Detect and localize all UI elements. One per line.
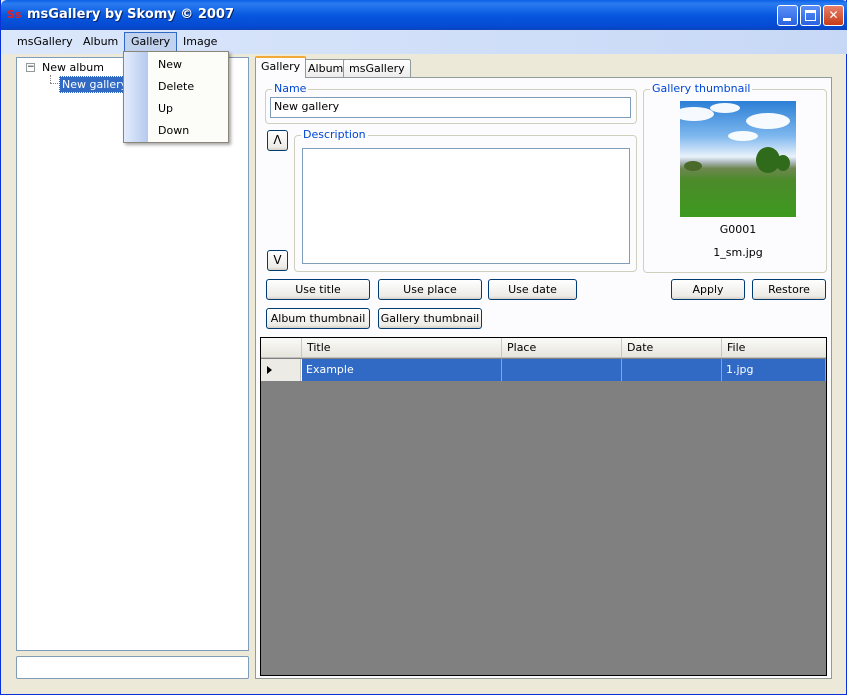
menu-item-down[interactable]: Down bbox=[158, 124, 189, 137]
cell-title[interactable]: Example bbox=[302, 359, 502, 381]
maximize-icon bbox=[805, 10, 816, 21]
menu-item-new[interactable]: New bbox=[158, 58, 182, 71]
window-title: msGallery by Skomy © 2007 bbox=[27, 7, 235, 22]
title-bar[interactable]: Ss msGallery by Skomy © 2007 ✕ bbox=[1, 0, 847, 30]
close-icon: ✕ bbox=[828, 8, 839, 22]
tree-collapse-icon[interactable]: − bbox=[26, 63, 35, 72]
menu-item-up[interactable]: Up bbox=[158, 102, 173, 115]
grid-header: Title Place Date File bbox=[261, 338, 826, 358]
use-date-button[interactable]: Use date bbox=[488, 279, 577, 300]
description-input[interactable] bbox=[302, 148, 630, 264]
move-up-button[interactable]: Λ bbox=[267, 130, 288, 151]
images-grid[interactable]: Title Place Date File Example 1.jpg bbox=[260, 337, 827, 676]
table-row[interactable]: Example 1.jpg bbox=[261, 359, 826, 381]
menu-msgallery[interactable]: msGallery bbox=[11, 32, 79, 52]
cell-place[interactable] bbox=[502, 359, 622, 381]
row-header[interactable] bbox=[261, 359, 301, 381]
restore-button[interactable]: Restore bbox=[752, 279, 826, 300]
tree-node-gallery[interactable]: New gallery bbox=[59, 76, 131, 93]
gallery-thumbnail-image[interactable] bbox=[680, 101, 796, 217]
name-group: Name New gallery bbox=[265, 82, 637, 124]
maximize-button[interactable] bbox=[800, 5, 821, 26]
gallery-thumbnail-label: Gallery thumbnail bbox=[650, 82, 753, 95]
app-logo-icon: Ss bbox=[7, 8, 22, 21]
gallery-thumbnail-button[interactable]: Gallery thumbnail bbox=[378, 308, 482, 329]
thumbnail-filename: 1_sm.jpg bbox=[713, 246, 763, 259]
cell-date[interactable] bbox=[622, 359, 722, 381]
move-down-button[interactable]: V bbox=[267, 250, 288, 271]
cell-file[interactable]: 1.jpg bbox=[722, 359, 826, 381]
gallery-tab-page: Name New gallery Λ V Description Gallery… bbox=[255, 77, 832, 679]
column-date[interactable]: Date bbox=[621, 338, 721, 358]
main-window: Ss msGallery by Skomy © 2007 ✕ msGallery… bbox=[0, 0, 847, 695]
name-label: Name bbox=[272, 82, 309, 95]
column-file[interactable]: File bbox=[721, 338, 826, 358]
cloud bbox=[680, 107, 714, 121]
use-title-button[interactable]: Use title bbox=[266, 279, 370, 300]
album-tree[interactable]: − New album New gallery bbox=[16, 57, 249, 651]
column-title[interactable]: Title bbox=[301, 338, 501, 358]
current-row-icon bbox=[267, 366, 272, 374]
gallery-menu-dropdown: New Delete Up Down bbox=[123, 51, 229, 143]
name-input[interactable]: New gallery bbox=[270, 97, 631, 118]
menu-item-delete[interactable]: Delete bbox=[158, 80, 194, 93]
menu-album[interactable]: Album bbox=[77, 32, 124, 52]
cloud bbox=[746, 113, 790, 129]
description-group: Description bbox=[294, 128, 637, 272]
album-thumbnail-button[interactable]: Album thumbnail bbox=[266, 308, 370, 329]
cloud bbox=[710, 103, 740, 113]
menu-gallery[interactable]: Gallery bbox=[124, 32, 178, 52]
use-place-button[interactable]: Use place bbox=[378, 279, 482, 300]
minimize-button[interactable] bbox=[777, 5, 798, 26]
tree-shape bbox=[684, 161, 702, 171]
tree-shape bbox=[776, 155, 790, 171]
tree-node-album[interactable]: New album bbox=[42, 61, 104, 74]
thumbnail-id: G0001 bbox=[719, 223, 757, 236]
tree-connector bbox=[50, 75, 51, 83]
menu-image[interactable]: Image bbox=[177, 32, 223, 52]
status-field[interactable] bbox=[16, 656, 249, 679]
column-place[interactable]: Place bbox=[501, 338, 621, 358]
tree-connector bbox=[50, 83, 58, 84]
close-button[interactable]: ✕ bbox=[823, 5, 844, 26]
menu-icon-strip bbox=[124, 52, 148, 142]
minimize-icon bbox=[783, 18, 791, 21]
apply-button[interactable]: Apply bbox=[671, 279, 745, 300]
description-label: Description bbox=[301, 128, 368, 141]
tab-gallery[interactable]: Gallery bbox=[255, 56, 307, 78]
tab-msgallery[interactable]: msGallery bbox=[343, 59, 411, 77]
cloud bbox=[728, 131, 758, 141]
